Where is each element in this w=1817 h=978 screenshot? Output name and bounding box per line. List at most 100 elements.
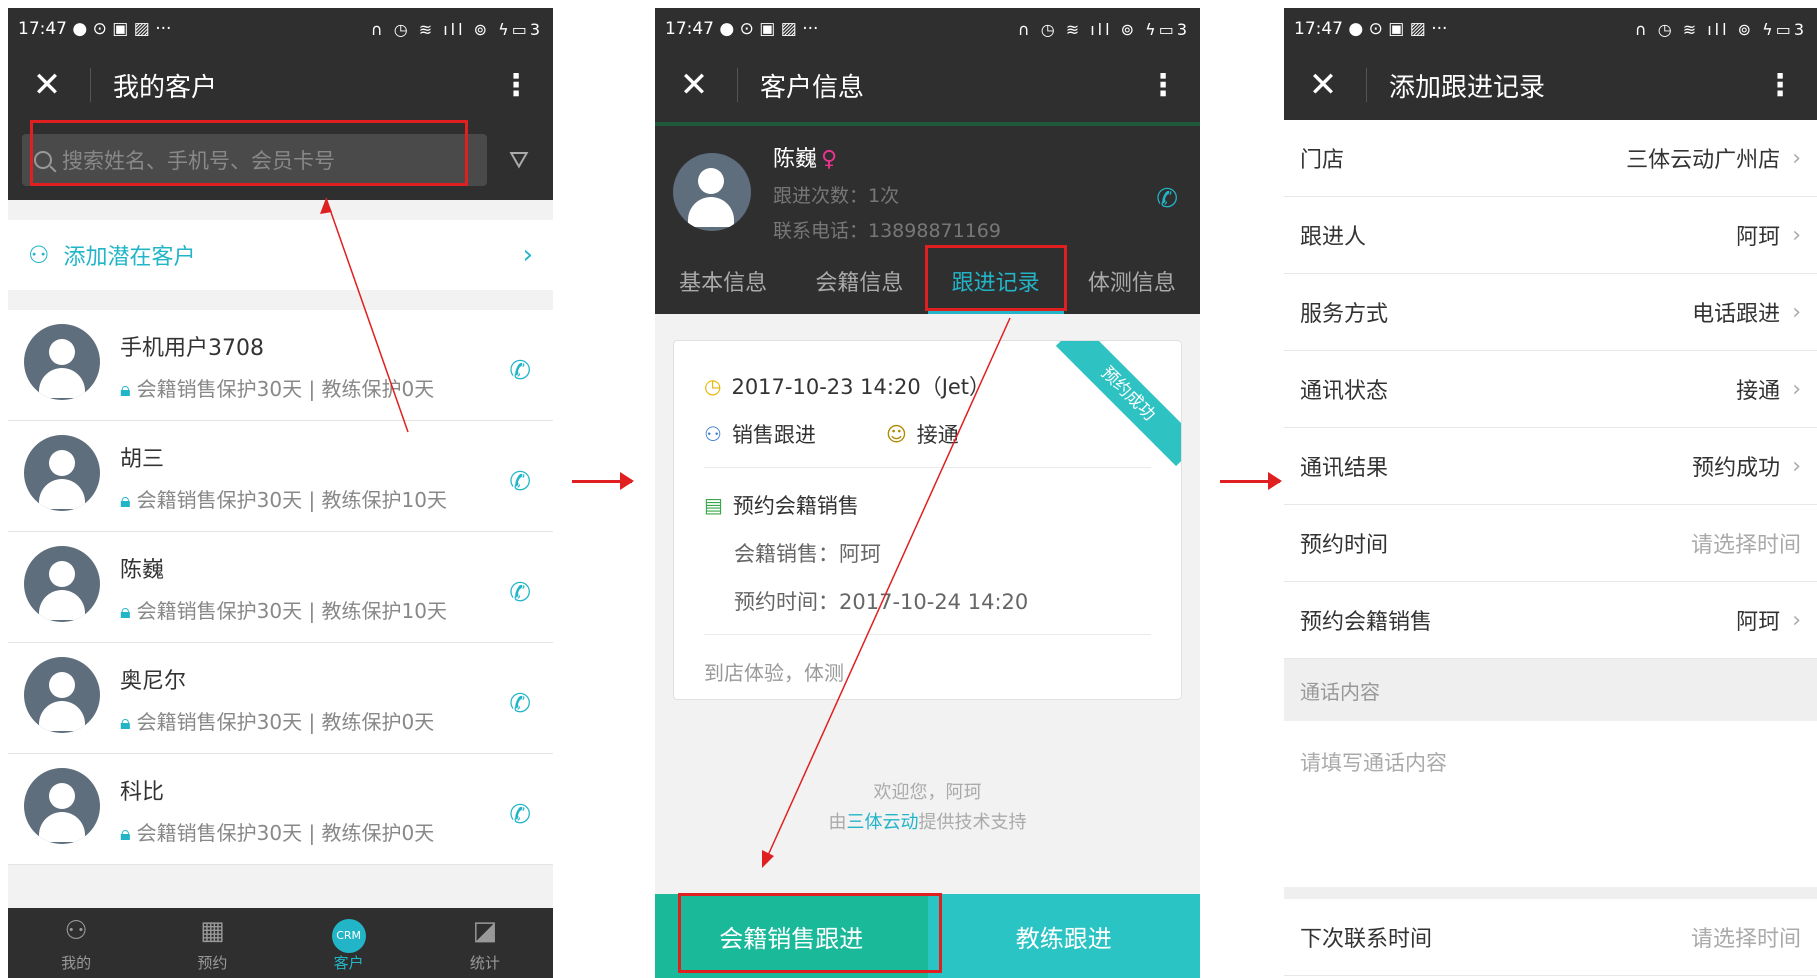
customer-name: 手机用户3708 — [120, 336, 264, 361]
customer-name: 奥尼尔 — [120, 669, 187, 694]
customer-protection: 会籍销售保护30天 | 教练保护10天 — [136, 599, 447, 623]
bottom-tab-bar: ⚇ 我的 ▦ 预约 CRM 客户 ◪ 统计 — [8, 908, 553, 978]
avatar — [24, 657, 100, 733]
follow-up-record-card[interactable]: 预约成功 ◷ 2017-10-23 14:20（Jet） ⚇ 销售跟进 ☺ 接通 ▤ 预… — [673, 340, 1182, 700]
phone-icon[interactable]: ✆ — [509, 689, 531, 719]
phone-icon[interactable]: ✆ — [1156, 184, 1178, 214]
customer-name: 陈巍 — [773, 147, 818, 172]
field-value: 三体云动广州店 — [1626, 148, 1781, 173]
close-icon[interactable]: ✕ — [677, 65, 711, 105]
customer-profile-header: 陈巍 ♀ 跟进次数：1次 联系电话：13898871169 ✆ — [655, 126, 1200, 258]
smile-icon: ☺ — [885, 422, 907, 446]
customer-protection: 会籍销售保护30天 | 教练保护10天 — [136, 488, 447, 512]
more-menu-icon[interactable]: ⋮ — [501, 68, 531, 103]
field-label: 预约时间 — [1300, 533, 1389, 558]
title-bar: ✕ 添加跟进记录 ⋮ — [1284, 50, 1817, 120]
chevron-right-icon: › — [1792, 607, 1801, 633]
close-icon[interactable]: ✕ — [1306, 65, 1340, 105]
record-sales: 会籍销售：阿珂 — [734, 542, 881, 566]
field-service-method[interactable]: 服务方式 电话跟进 › — [1284, 274, 1817, 351]
field-label: 通讯状态 — [1300, 379, 1389, 404]
field-appointment-sales[interactable]: 预约会籍销售 阿珂 › — [1284, 582, 1817, 659]
customer-name: 胡三 — [120, 447, 165, 472]
page-title: 客户信息 — [760, 72, 865, 103]
divider — [704, 634, 1151, 635]
tab-membership-info[interactable]: 会籍信息 — [791, 258, 927, 314]
status-left-icons: ● ⊙ ▣ ▨ ··· — [72, 19, 172, 39]
record-appointment-time: 预约时间：2017-10-24 14:20 — [734, 590, 1029, 614]
tab-body-test-info[interactable]: 体测信息 — [1064, 258, 1200, 314]
visit-count: 跟进次数：1次 — [773, 185, 900, 207]
field-next-contact-time[interactable]: 下次联系时间 请选择时间 — [1284, 899, 1817, 976]
list-item[interactable]: 奥尼尔 🔒︎ 会籍销售保护30天 | 教练保护0天 ✆ — [8, 643, 553, 754]
add-customer-label: 添加潜在客户 — [63, 245, 196, 270]
tab-mine[interactable]: ⚇ 我的 — [8, 908, 144, 978]
tab-booking[interactable]: ▦ 预约 — [144, 908, 280, 978]
customer-name: 陈巍 — [120, 558, 165, 583]
lock-icon: 🔒︎ — [120, 377, 131, 401]
list-item[interactable]: 胡三 🔒︎ 会籍销售保护30天 | 教练保护10天 ✆ — [8, 421, 553, 532]
add-potential-customer-button[interactable]: ⚇ 添加潜在客户 › — [8, 220, 553, 290]
tab-label: 我的 — [61, 954, 92, 972]
customer-protection: 会籍销售保护30天 | 教练保护0天 — [136, 377, 435, 401]
call-content-textarea[interactable]: 请填写通话内容 — [1284, 721, 1817, 887]
chevron-right-icon: › — [522, 240, 533, 270]
close-icon[interactable]: ✕ — [30, 65, 64, 105]
contact-phone: 联系电话：13898871169 — [773, 220, 1001, 242]
book-icon: ▤ — [704, 493, 723, 517]
add-follow-up-screen: 17:47 ● ⊙ ▣ ▨ ··· ∩ ◷ ≋ ıll ⊚ ϟ▭3 ✕ 添加跟进… — [1284, 8, 1817, 978]
support-suffix: 提供技术支持 — [918, 812, 1027, 833]
status-time: 17:47 — [665, 19, 714, 39]
field-value: 接通 — [1736, 379, 1781, 404]
person-icon: ⚇ — [64, 916, 88, 946]
list-item[interactable]: 陈巍 🔒︎ 会籍销售保护30天 | 教练保护10天 ✆ — [8, 532, 553, 643]
tab-label: 预约 — [197, 954, 228, 972]
field-value: 阿珂 — [1736, 610, 1781, 635]
filter-icon[interactable]: ⛛ — [499, 146, 539, 174]
phone-icon[interactable]: ✆ — [509, 356, 531, 386]
status-right-icons: ∩ ◷ ≋ ıll ⊚ ϟ▭3 — [1634, 19, 1807, 39]
field-follower[interactable]: 跟进人 阿珂 › — [1284, 197, 1817, 274]
tab-basic-info[interactable]: 基本信息 — [655, 258, 791, 314]
tab-stats[interactable]: ◪ 统计 — [417, 908, 553, 978]
customer-info-screen: 17:47 ● ⊙ ▣ ▨ ··· ∩ ◷ ≋ ıll ⊚ ϟ▭3 ✕ 客户信息… — [655, 8, 1200, 978]
section-call-content: 通话内容 — [1284, 659, 1817, 721]
avatar — [24, 324, 100, 400]
field-label: 门店 — [1300, 148, 1345, 173]
coach-follow-up-button[interactable]: 教练跟进 — [927, 894, 1200, 978]
field-appointment-time[interactable]: 预约时间 请选择时间 — [1284, 505, 1817, 582]
crm-icon: CRM — [331, 919, 366, 953]
chevron-right-icon: › — [1792, 299, 1801, 325]
support-link[interactable]: 三体云动 — [847, 812, 919, 833]
person-icon: ⚇ — [704, 422, 722, 446]
tab-label: 统计 — [469, 954, 500, 972]
tab-customers[interactable]: CRM 客户 — [281, 908, 417, 978]
section-gap — [1284, 887, 1817, 899]
status-bar: 17:47 ● ⊙ ▣ ▨ ··· ∩ ◷ ≋ ıll ⊚ ϟ▭3 — [655, 8, 1200, 50]
list-item[interactable]: 科比 🔒︎ 会籍销售保护30天 | 教练保护0天 ✆ — [8, 754, 553, 865]
avatar — [24, 768, 100, 844]
status-right-icons: ∩ ◷ ≋ ıll ⊚ ϟ▭3 — [370, 19, 543, 39]
more-menu-icon[interactable]: ⋮ — [1148, 68, 1178, 103]
field-call-status[interactable]: 通讯状态 接通 › — [1284, 351, 1817, 428]
screenshot-canvas: 17:47 ● ⊙ ▣ ▨ ··· ∩ ◷ ≋ ıll ⊚ ϟ▭3 ✕ 我的 客户… — [0, 0, 1817, 978]
female-icon: ♀ — [821, 147, 838, 172]
phone-icon[interactable]: ✆ — [509, 467, 531, 497]
footer-credit: 欢迎您，阿珂 由三体云动提供技术支持 — [655, 778, 1200, 838]
list-item[interactable]: 手机用户3708 🔒︎ 会籍销售保护30天 | 教练保护0天 ✆ — [8, 310, 553, 421]
field-label: 通讯结果 — [1300, 456, 1389, 481]
more-menu-icon[interactable]: ⋮ — [1765, 68, 1795, 103]
status-bar: 17:47 ● ⊙ ▣ ▨ ··· ∩ ◷ ≋ ıll ⊚ ϟ▭3 — [1284, 8, 1817, 50]
customer-protection: 会籍销售保护30天 | 教练保护0天 — [136, 710, 435, 734]
lock-icon: 🔒︎ — [120, 710, 131, 734]
field-call-result[interactable]: 通讯结果 预约成功 › — [1284, 428, 1817, 505]
chart-icon: ◪ — [472, 916, 498, 946]
field-store[interactable]: 门店 三体云动广州店 › — [1284, 120, 1817, 197]
customer-name: 科比 — [120, 780, 165, 805]
title-divider — [1366, 68, 1367, 102]
phone-icon[interactable]: ✆ — [509, 578, 531, 608]
lock-icon: 🔒︎ — [120, 488, 131, 512]
clock-icon: ◷ — [704, 374, 722, 398]
welcome-text: 欢迎您，阿珂 — [873, 782, 982, 803]
phone-icon[interactable]: ✆ — [509, 800, 531, 830]
